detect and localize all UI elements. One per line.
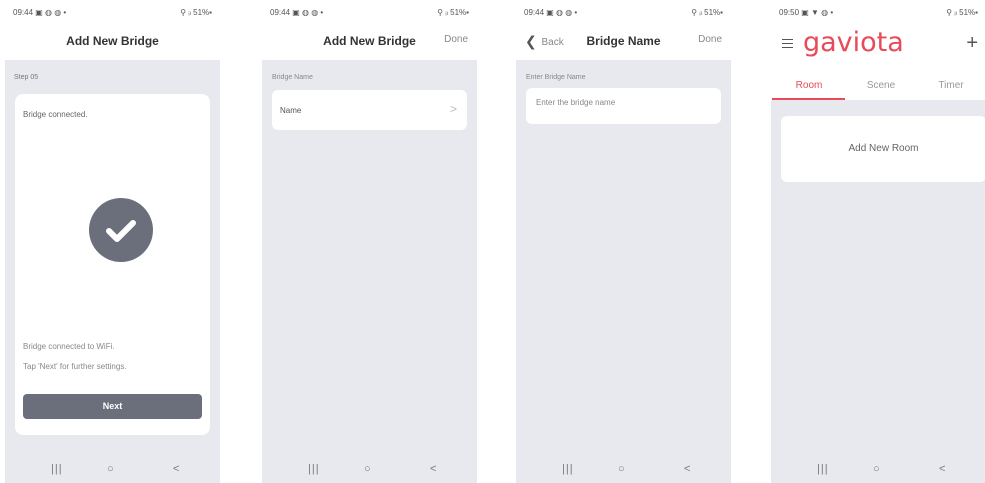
app-header: ❮ Back Bridge Name Done — [516, 22, 731, 60]
status-bar: 09:44 ▣ ◍ ◍ • ⚲ ᵢₗ 51%▪ — [262, 0, 477, 22]
recents-button[interactable]: ||| — [308, 463, 320, 475]
status-bar: 09:50 ▣ ▼ ◍ • ⚲ ᵢₗ 51%▪ — [771, 0, 985, 22]
status-card: Bridge connected. Bridge connected to Wi… — [15, 94, 210, 435]
chevron-right-icon: > — [449, 102, 457, 116]
next-button[interactable]: Next — [23, 394, 202, 419]
status-time: 09:50 ▣ ▼ ◍ • — [779, 8, 834, 17]
content-area: Step 05 Bridge connected. Bridge connect… — [5, 60, 220, 457]
step-label: Step 05 — [14, 74, 39, 81]
gaviota-logo: gaviota — [803, 27, 904, 58]
content-area: Add New Room — [771, 100, 985, 457]
recents-button[interactable]: ||| — [562, 463, 574, 475]
content-area: Enter Bridge Name — [516, 60, 731, 457]
app-header: Add New Bridge Done — [262, 22, 477, 60]
status-battery: ⚲ ᵢₗ 51%▪ — [946, 8, 978, 17]
check-icon — [89, 198, 153, 262]
home-button[interactable]: ○ — [873, 463, 880, 475]
screen-bridge-name-input: 09:44 ▣ ◍ ◍ • ⚲ ᵢₗ 51%▪ ❮ Back Bridge Na… — [516, 0, 731, 483]
bridge-name-input[interactable] — [536, 98, 696, 107]
name-row[interactable]: Name > — [272, 90, 467, 130]
back-nav-button[interactable]: < — [684, 463, 690, 475]
app-header: Add New Bridge — [5, 22, 220, 60]
screen-add-bridge-step5: 09:44 ▣ ◍ ◍ • ⚲ ᵢₗ 51%▪ Add New Bridge S… — [5, 0, 220, 483]
status-time: 09:44 ▣ ◍ ◍ • — [524, 8, 578, 17]
section-label: Enter Bridge Name — [526, 74, 586, 81]
tab-bar: Room Scene Timer — [771, 70, 985, 100]
bridge-name-field[interactable] — [526, 88, 721, 124]
system-nav-bar: ||| ○ < — [771, 457, 985, 483]
card-title: Bridge connected. — [23, 110, 88, 119]
recents-button[interactable]: ||| — [817, 463, 829, 475]
status-time: 09:44 ▣ ◍ ◍ • — [270, 8, 324, 17]
home-button[interactable]: ○ — [618, 463, 625, 475]
tab-scene[interactable]: Scene — [846, 80, 916, 91]
done-button[interactable]: Done — [698, 34, 722, 45]
status-time: 09:44 ▣ ◍ ◍ • — [13, 8, 67, 17]
recents-button[interactable]: ||| — [51, 463, 63, 475]
home-button[interactable]: ○ — [364, 463, 371, 475]
system-nav-bar: ||| ○ < — [262, 457, 477, 483]
system-nav-bar: ||| ○ < — [5, 457, 220, 483]
app-header: gaviota + — [771, 22, 985, 70]
hamburger-icon[interactable] — [782, 39, 793, 48]
section-label: Bridge Name — [272, 74, 313, 81]
name-row-label: Name — [280, 106, 302, 115]
done-button[interactable]: Done — [444, 34, 468, 45]
home-button[interactable]: ○ — [107, 463, 114, 475]
status-battery: ⚲ ᵢₗ 51%▪ — [180, 8, 212, 17]
plus-icon[interactable]: + — [966, 32, 978, 55]
system-nav-bar: ||| ○ < — [516, 457, 731, 483]
back-nav-button[interactable]: < — [173, 463, 179, 475]
add-new-room-card[interactable]: Add New Room — [781, 116, 985, 182]
content-area: Bridge Name Name > — [262, 60, 477, 457]
connected-message: Bridge connected to WiFi. — [23, 342, 115, 351]
status-bar: 09:44 ▣ ◍ ◍ • ⚲ ᵢₗ 51%▪ — [516, 0, 731, 22]
status-battery: ⚲ ᵢₗ 51%▪ — [691, 8, 723, 17]
hint-message: Tap 'Next' for further settings. — [23, 362, 127, 371]
status-bar: 09:44 ▣ ◍ ◍ • ⚲ ᵢₗ 51%▪ — [5, 0, 220, 22]
tab-room[interactable]: Room — [774, 80, 844, 91]
back-nav-button[interactable]: < — [430, 463, 436, 475]
tab-timer[interactable]: Timer — [916, 80, 985, 91]
screen-gaviota-home: 09:50 ▣ ▼ ◍ • ⚲ ᵢₗ 51%▪ gaviota + Room S… — [771, 0, 985, 483]
screen-add-bridge-name: 09:44 ▣ ◍ ◍ • ⚲ ᵢₗ 51%▪ Add New Bridge D… — [262, 0, 477, 483]
back-nav-button[interactable]: < — [939, 463, 945, 475]
page-title: Add New Bridge — [66, 34, 159, 48]
status-battery: ⚲ ᵢₗ 51%▪ — [437, 8, 469, 17]
